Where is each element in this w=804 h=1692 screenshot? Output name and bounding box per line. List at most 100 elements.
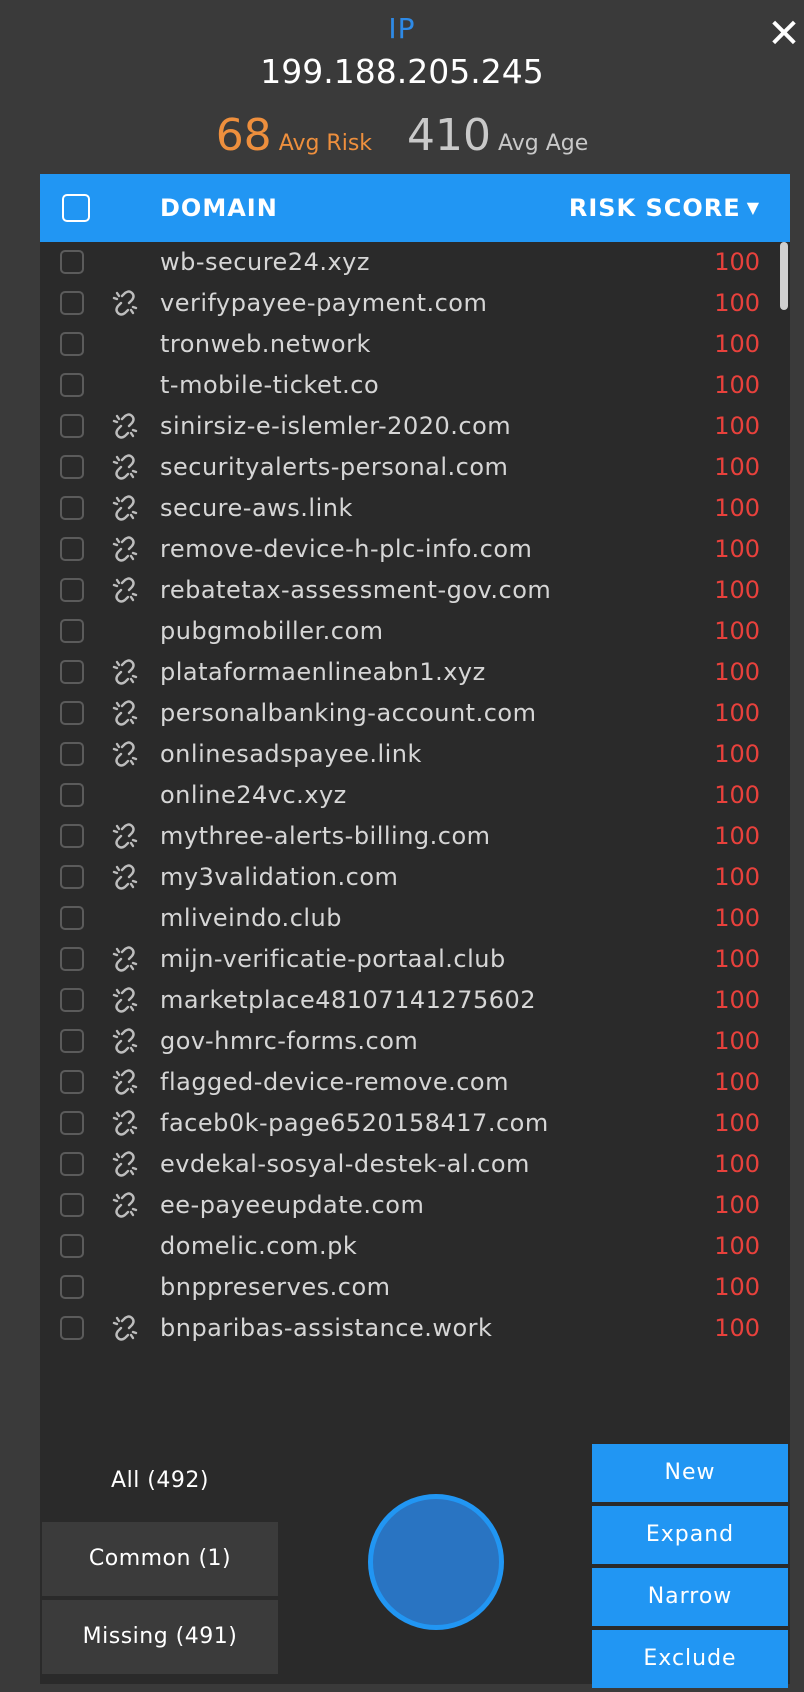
table-row[interactable]: ee-payeeupdate.com 100 bbox=[40, 1185, 790, 1229]
table-row[interactable]: securityalerts-personal.com 100 bbox=[40, 447, 790, 491]
table-row[interactable]: rebatetax-assessment-gov.com 100 bbox=[40, 570, 790, 614]
row-checkbox[interactable] bbox=[60, 537, 84, 561]
domain-name[interactable]: faceb0k-page6520158417.com bbox=[160, 1109, 570, 1137]
venn-circle[interactable] bbox=[368, 1494, 504, 1630]
domain-column-header[interactable]: DOMAIN bbox=[160, 194, 278, 222]
domain-name[interactable]: bnparibas-assistance.work bbox=[160, 1314, 570, 1342]
domain-name[interactable]: mliveindo.club bbox=[160, 904, 570, 932]
row-checkbox[interactable] bbox=[60, 1275, 84, 1299]
row-checkbox[interactable] bbox=[60, 1234, 84, 1258]
risk-score-column-header[interactable]: RISK SCORE ▼ bbox=[569, 194, 760, 222]
domain-name[interactable]: gov-hmrc-forms.com bbox=[160, 1027, 570, 1055]
domain-name[interactable]: wb-secure24.xyz bbox=[160, 248, 570, 276]
row-checkbox[interactable] bbox=[60, 947, 84, 971]
table-row[interactable]: remove-device-h-plc-info.com 100 bbox=[40, 529, 790, 573]
table-row[interactable]: mijn-verificatie-portaal.club 100 bbox=[40, 939, 790, 983]
table-row[interactable]: mliveindo.club 100 bbox=[40, 898, 790, 942]
table-row[interactable]: bnparibas-assistance.work 100 bbox=[40, 1308, 790, 1352]
table-row[interactable]: flagged-device-remove.com 100 bbox=[40, 1062, 790, 1106]
risk-score-value: 100 bbox=[714, 494, 760, 522]
table-row[interactable]: evdekal-sosyal-destek-al.com 100 bbox=[40, 1144, 790, 1188]
domain-name[interactable]: verifypayee-payment.com bbox=[160, 289, 570, 317]
row-checkbox[interactable] bbox=[60, 373, 84, 397]
row-checkbox[interactable] bbox=[60, 783, 84, 807]
domain-name[interactable]: marketplace48107141275602 bbox=[160, 986, 570, 1014]
table-row[interactable]: tronweb.network 100 bbox=[40, 324, 790, 368]
table-row[interactable]: online24vc.xyz 100 bbox=[40, 775, 790, 819]
risk-score-value: 100 bbox=[714, 412, 760, 440]
row-checkbox[interactable] bbox=[60, 1070, 84, 1094]
domain-name[interactable]: secure-aws.link bbox=[160, 494, 570, 522]
domain-name[interactable]: mythree-alerts-billing.com bbox=[160, 822, 570, 850]
domain-name[interactable]: flagged-device-remove.com bbox=[160, 1068, 570, 1096]
row-checkbox[interactable] bbox=[60, 496, 84, 520]
expand-button[interactable]: Expand bbox=[592, 1506, 788, 1564]
domain-name[interactable]: plataformaenlineabn1.xyz bbox=[160, 658, 570, 686]
domain-name[interactable]: t-mobile-ticket.co bbox=[160, 371, 570, 399]
table-row[interactable]: my3validation.com 100 bbox=[40, 857, 790, 901]
table-row[interactable]: secure-aws.link 100 bbox=[40, 488, 790, 532]
row-checkbox[interactable] bbox=[60, 988, 84, 1012]
exclude-button[interactable]: Exclude bbox=[592, 1630, 788, 1688]
row-checkbox[interactable] bbox=[60, 414, 84, 438]
domain-name[interactable]: sinirsiz-e-islemler-2020.com bbox=[160, 412, 570, 440]
filter-common-button[interactable]: Common (1) bbox=[42, 1522, 278, 1596]
table-row[interactable]: mythree-alerts-billing.com 100 bbox=[40, 816, 790, 860]
row-checkbox[interactable] bbox=[60, 250, 84, 274]
domain-list[interactable]: wb-secure24.xyz 100 verifypayee-payment.co… bbox=[40, 242, 790, 1444]
domain-name[interactable]: mijn-verificatie-portaal.club bbox=[160, 945, 570, 973]
row-checkbox[interactable] bbox=[60, 291, 84, 315]
table-row[interactable]: plataformaenlineabn1.xyz 100 bbox=[40, 652, 790, 696]
select-all-checkbox[interactable] bbox=[62, 194, 90, 222]
filter-missing-button[interactable]: Missing (491) bbox=[42, 1600, 278, 1674]
table-row[interactable]: sinirsiz-e-islemler-2020.com 100 bbox=[40, 406, 790, 450]
table-row[interactable]: t-mobile-ticket.co 100 bbox=[40, 365, 790, 409]
row-checkbox[interactable] bbox=[60, 906, 84, 930]
domain-name[interactable]: bnppreserves.com bbox=[160, 1273, 570, 1301]
row-checkbox[interactable] bbox=[60, 332, 84, 356]
broken-link-icon bbox=[110, 493, 140, 523]
filter-all-button[interactable]: All (492) bbox=[42, 1444, 278, 1518]
row-checkbox[interactable] bbox=[60, 1029, 84, 1053]
domain-name[interactable]: ee-payeeupdate.com bbox=[160, 1191, 570, 1219]
domain-name[interactable]: securityalerts-personal.com bbox=[160, 453, 570, 481]
table-row[interactable]: verifypayee-payment.com 100 bbox=[40, 283, 790, 327]
table-row[interactable]: faceb0k-page6520158417.com 100 bbox=[40, 1103, 790, 1147]
table-row[interactable]: bnppreserves.com 100 bbox=[40, 1267, 790, 1311]
table-row[interactable]: gov-hmrc-forms.com 100 bbox=[40, 1021, 790, 1065]
domain-name[interactable]: pubgmobiller.com bbox=[160, 617, 570, 645]
row-checkbox[interactable] bbox=[60, 742, 84, 766]
table-row[interactable]: domelic.com.pk 100 bbox=[40, 1226, 790, 1270]
row-checkbox[interactable] bbox=[60, 1316, 84, 1340]
new-button[interactable]: New bbox=[592, 1444, 788, 1502]
row-checkbox[interactable] bbox=[60, 865, 84, 889]
close-icon[interactable]: ✕ bbox=[764, 14, 804, 54]
domain-name[interactable]: my3validation.com bbox=[160, 863, 570, 891]
domain-name[interactable]: onlinesadspayee.link bbox=[160, 740, 570, 768]
domain-name[interactable]: remove-device-h-plc-info.com bbox=[160, 535, 570, 563]
table-row[interactable]: personalbanking-account.com 100 bbox=[40, 693, 790, 737]
scrollbar[interactable] bbox=[780, 242, 788, 310]
row-checkbox[interactable] bbox=[60, 1152, 84, 1176]
row-checkbox[interactable] bbox=[60, 455, 84, 479]
table-row[interactable]: marketplace48107141275602 100 bbox=[40, 980, 790, 1024]
row-checkbox[interactable] bbox=[60, 824, 84, 848]
narrow-button[interactable]: Narrow bbox=[592, 1568, 788, 1626]
row-checkbox[interactable] bbox=[60, 660, 84, 684]
row-checkbox[interactable] bbox=[60, 578, 84, 602]
table-row[interactable]: pubgmobiller.com 100 bbox=[40, 611, 790, 655]
table-row[interactable]: onlinesadspayee.link 100 bbox=[40, 734, 790, 778]
table-row[interactable]: wb-secure24.xyz 100 bbox=[40, 242, 790, 286]
broken-link-icon bbox=[110, 698, 140, 728]
row-checkbox[interactable] bbox=[60, 619, 84, 643]
row-checkbox[interactable] bbox=[60, 1111, 84, 1135]
row-checkbox[interactable] bbox=[60, 1193, 84, 1217]
domain-name[interactable]: evdekal-sosyal-destek-al.com bbox=[160, 1150, 570, 1178]
domain-name[interactable]: domelic.com.pk bbox=[160, 1232, 570, 1260]
broken-link-icon bbox=[110, 1026, 140, 1056]
domain-name[interactable]: tronweb.network bbox=[160, 330, 570, 358]
domain-name[interactable]: online24vc.xyz bbox=[160, 781, 570, 809]
domain-name[interactable]: rebatetax-assessment-gov.com bbox=[160, 576, 570, 604]
domain-name[interactable]: personalbanking-account.com bbox=[160, 699, 570, 727]
row-checkbox[interactable] bbox=[60, 701, 84, 725]
